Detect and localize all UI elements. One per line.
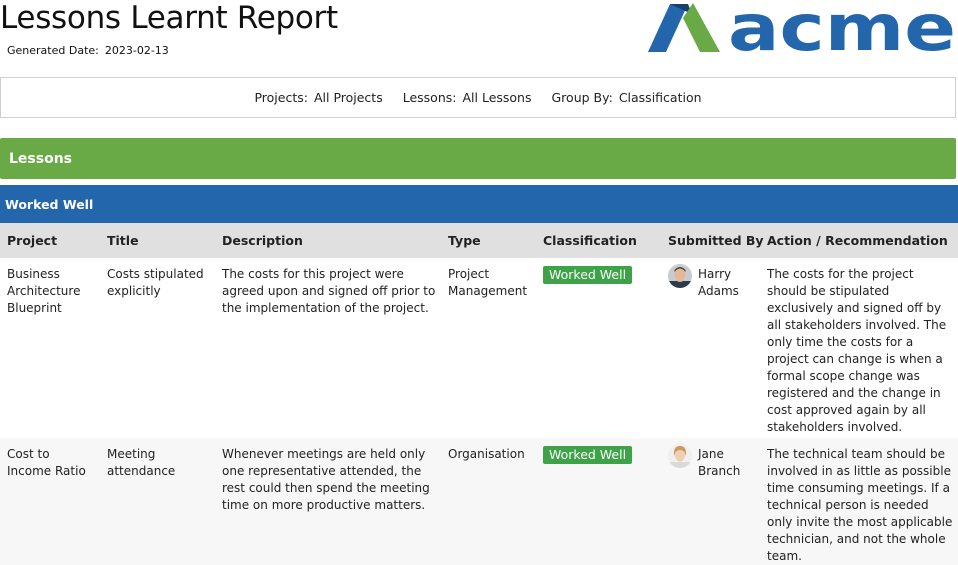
col-project: Project bbox=[7, 233, 58, 248]
table-row: Business Architecture Blueprint Costs st… bbox=[0, 258, 958, 438]
col-description: Description bbox=[222, 233, 303, 248]
col-classification: Classification bbox=[543, 233, 637, 248]
avatar bbox=[668, 264, 692, 288]
filter-lessons[interactable]: Lessons: All Lessons bbox=[403, 90, 532, 105]
avatar bbox=[668, 444, 692, 468]
cell-project: Cost to Income Ratio bbox=[7, 447, 86, 478]
report-title: Lessons Learnt Report bbox=[0, 0, 338, 36]
col-title: Title bbox=[107, 233, 139, 248]
filter-group-label: Group By: bbox=[551, 90, 613, 105]
group-header-worked-well: Worked Well bbox=[0, 185, 958, 223]
generated-date-value: 2023-02-13 bbox=[104, 44, 169, 57]
submitter-name: Jane Branch bbox=[698, 447, 741, 478]
lessons-section-header: Lessons bbox=[0, 138, 956, 179]
filter-group-value: Classification bbox=[618, 90, 702, 105]
cell-description: Whenever meetings are held only one repr… bbox=[222, 447, 430, 512]
generated-date-label: Generated Date: bbox=[7, 44, 99, 57]
col-type: Type bbox=[448, 233, 481, 248]
col-action: Action / Recommendation bbox=[767, 233, 948, 248]
acme-logo: acme bbox=[648, 0, 956, 56]
filter-lessons-value: All Lessons bbox=[462, 90, 532, 105]
filter-bar: Projects: All Projects Lessons: All Lesson… bbox=[0, 77, 956, 118]
cell-type: Project Management bbox=[448, 267, 528, 298]
filter-projects[interactable]: Projects: All Projects bbox=[254, 90, 382, 105]
cell-description: The costs for this project were agreed u… bbox=[222, 267, 436, 315]
filter-lessons-label: Lessons: bbox=[402, 90, 457, 105]
filter-group-by[interactable]: Group By: Classification bbox=[552, 90, 702, 105]
classification-badge: Worked Well bbox=[543, 266, 633, 284]
table-row: Cost to Income Ratio Meeting attendance … bbox=[0, 438, 958, 565]
classification-badge: Worked Well bbox=[543, 446, 633, 464]
cell-title: Meeting attendance bbox=[107, 447, 176, 478]
cell-title: Costs stipulated explicitly bbox=[107, 267, 204, 298]
logo-text: acme bbox=[728, 0, 956, 56]
filter-projects-label: Projects: bbox=[254, 90, 308, 105]
filter-projects-value: All Projects bbox=[313, 90, 383, 105]
col-submitted-by: Submitted By bbox=[668, 233, 764, 248]
submitter-name: Harry Adams bbox=[698, 267, 739, 298]
cell-project: Business Architecture Blueprint bbox=[7, 267, 81, 315]
generated-date: Generated Date: 2023-02-13 bbox=[7, 44, 169, 57]
cell-action: The technical team should be involved in… bbox=[767, 447, 953, 563]
cell-action: The costs for the project should be stip… bbox=[767, 267, 947, 434]
cell-classification: Worked Well bbox=[543, 266, 633, 284]
cell-type: Organisation bbox=[448, 447, 525, 461]
cell-classification: Worked Well bbox=[543, 446, 633, 464]
table-header: Project Title Description Type Classific… bbox=[0, 223, 958, 258]
